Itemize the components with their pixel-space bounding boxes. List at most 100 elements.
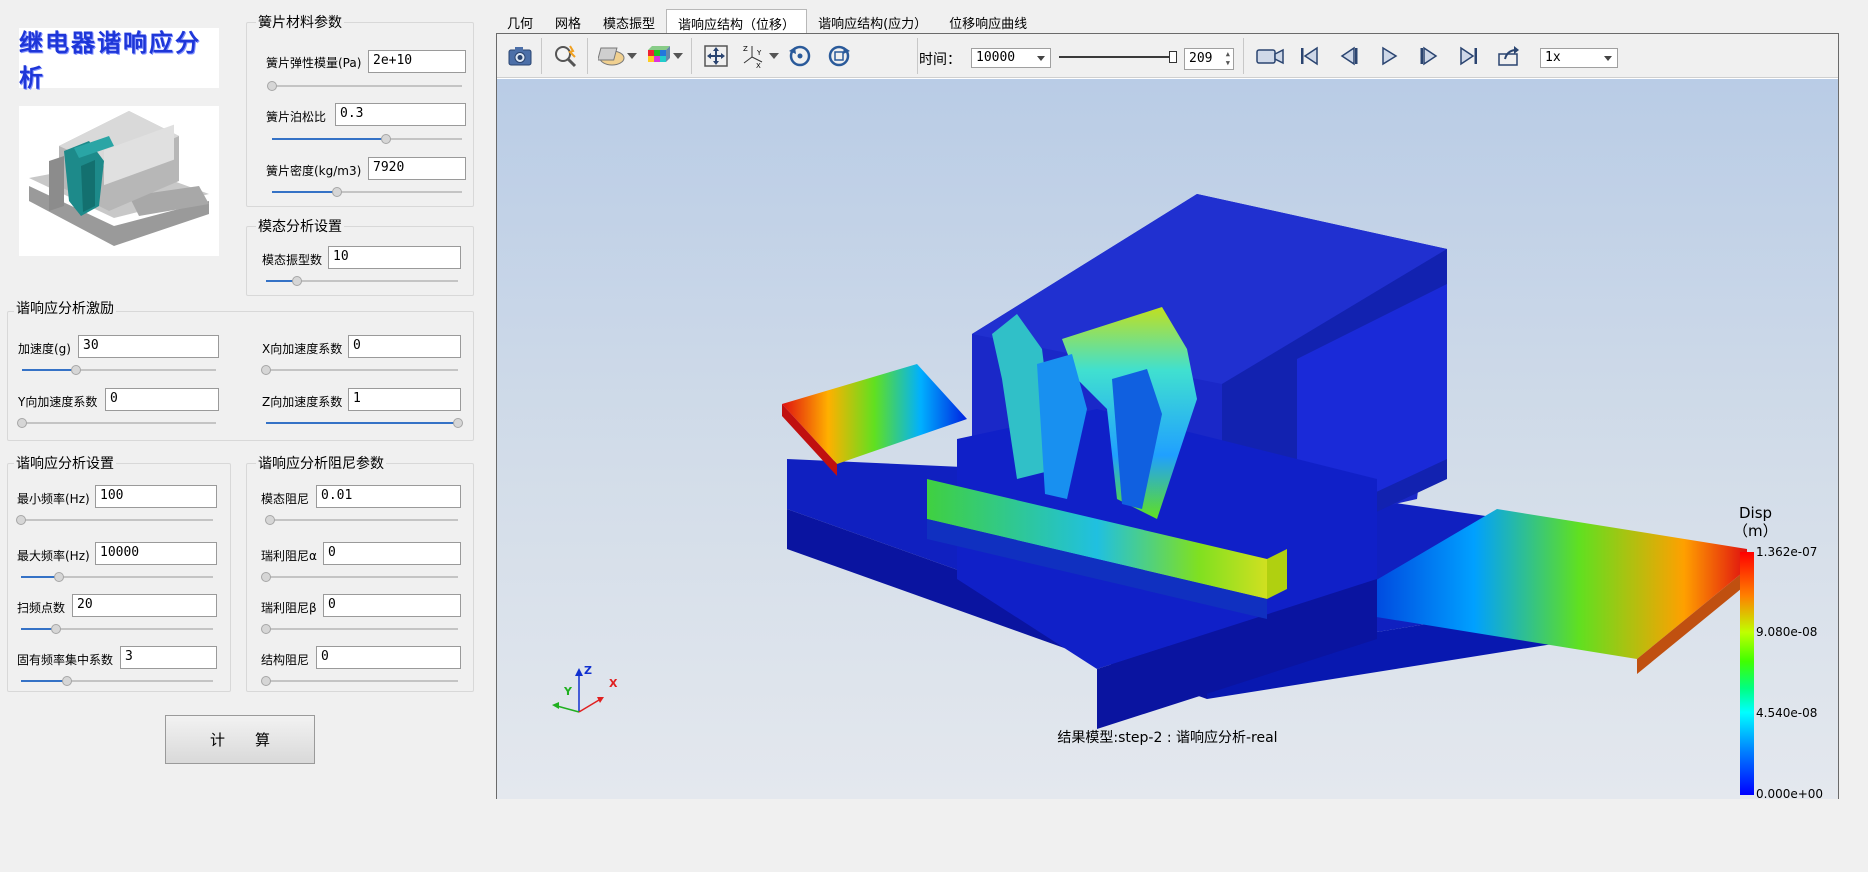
mode-count-input[interactable]: 10	[328, 246, 461, 269]
frame-slider[interactable]	[1059, 51, 1177, 63]
rayleigh-beta-label: 瑞利阻尼β	[261, 601, 317, 615]
rayleigh-alpha-slider[interactable]	[261, 572, 458, 582]
acceleration-slider[interactable]	[22, 365, 216, 375]
tab-displacement-curve[interactable]: 位移响应曲线	[938, 9, 1038, 33]
excitation-group-title: 谐响应分析激励	[14, 298, 116, 318]
density-input[interactable]: 7920	[368, 157, 466, 180]
spin-arrows-icon: ▲ ▼	[1225, 50, 1230, 67]
svg-text:Z: Z	[743, 45, 748, 53]
modal-damping-label: 模态阻尼	[261, 492, 310, 506]
sweep-points-input[interactable]: 20	[72, 594, 217, 617]
min-frequency-input[interactable]: 100	[95, 485, 217, 508]
mode-count-slider[interactable]	[266, 276, 458, 286]
structural-damping-slider[interactable]	[261, 676, 458, 686]
natural-freq-coef-input[interactable]: 3	[120, 646, 217, 669]
poisson-ratio-input[interactable]: 0.3	[335, 103, 466, 126]
chevron-down-icon	[1604, 56, 1612, 61]
mode-count-label: 模态振型数	[262, 253, 323, 267]
natural-freq-coef-label: 固有频率集中系数	[17, 653, 114, 667]
z-accel-coef-slider[interactable]	[266, 418, 463, 428]
tab-geometry[interactable]: 几何	[496, 9, 544, 33]
youngs-modulus-input[interactable]: 2e+10	[368, 50, 466, 73]
natural-freq-coef-slider[interactable]	[21, 676, 213, 686]
legend-mid-high: 9.080e-08	[1756, 625, 1818, 639]
last-frame-icon[interactable]	[1454, 42, 1484, 70]
export-icon[interactable]	[1494, 42, 1524, 70]
modal-damping-slider[interactable]	[264, 515, 458, 525]
camera-icon[interactable]	[505, 42, 535, 70]
tab-harmonic-displacement[interactable]: 谐响应结构（位移）	[666, 9, 808, 33]
app-logo: 继电器谐响应分析	[19, 28, 219, 92]
time-select[interactable]: 10000	[971, 48, 1051, 68]
tab-mode-shape[interactable]: 模态振型	[592, 9, 666, 33]
min-frequency-label: 最小频率(Hz)	[17, 492, 90, 506]
z-accel-coef-input[interactable]: 1	[348, 388, 461, 411]
zoom-icon[interactable]	[551, 42, 581, 70]
calculate-button[interactable]: 计 算	[165, 715, 315, 764]
chevron-down-icon[interactable]	[671, 42, 685, 70]
legend-max: 1.362e-07	[1756, 545, 1818, 559]
z-accel-coef-label: Z向加速度系数	[262, 395, 343, 409]
modal-damping-input[interactable]: 0.01	[316, 485, 461, 508]
axis-z-label: Z	[584, 664, 592, 677]
tab-harmonic-stress[interactable]: 谐响应结构(应力）	[807, 9, 938, 33]
max-frequency-input[interactable]: 10000	[95, 542, 217, 565]
legend-colorbar	[1740, 552, 1754, 795]
y-accel-coef-slider[interactable]	[17, 418, 216, 428]
frame-spinbox-value: 209	[1189, 51, 1213, 66]
play-icon[interactable]	[1374, 42, 1404, 70]
result-viewer: ZYX 时间： 10000 209 ▲ ▼ 1x Z Y X Disp （m） …	[496, 33, 1839, 801]
max-frequency-label: 最大频率(Hz)	[17, 549, 90, 563]
y-accel-coef-input[interactable]: 0	[105, 388, 219, 411]
structural-damping-input[interactable]: 0	[316, 646, 461, 669]
axis-y-label: Y	[564, 685, 572, 698]
acceleration-label: 加速度(g)	[18, 342, 71, 356]
x-accel-coef-slider[interactable]	[261, 365, 458, 375]
fit-view-icon[interactable]	[701, 42, 731, 70]
logo-text: 继电器谐响应分析	[19, 28, 201, 92]
density-label: 簧片密度(kg/m3)	[266, 164, 362, 178]
previous-frame-icon[interactable]	[1334, 42, 1364, 70]
rayleigh-beta-input[interactable]: 0	[323, 594, 461, 617]
poisson-ratio-label: 簧片泊松比	[266, 110, 327, 124]
tab-mesh[interactable]: 网格	[544, 9, 592, 33]
display-mode-icon[interactable]	[643, 42, 673, 70]
rotate-left-icon[interactable]	[785, 42, 815, 70]
youngs-modulus-label: 簧片弹性模量(Pa)	[266, 56, 362, 70]
rayleigh-alpha-input[interactable]: 0	[323, 542, 461, 565]
x-accel-coef-input[interactable]: 0	[348, 335, 461, 358]
section-view-icon[interactable]	[597, 42, 627, 70]
acceleration-input[interactable]: 30	[78, 335, 219, 358]
time-label: 时间：	[919, 52, 961, 68]
rotate-right-icon[interactable]	[824, 42, 854, 70]
sweep-points-slider[interactable]	[21, 624, 213, 634]
legend-unit: （m）	[1733, 522, 1778, 540]
viewer-toolbar: ZYX 时间： 10000 209 ▲ ▼ 1x	[497, 34, 1838, 78]
sweep-points-label: 扫频点数	[17, 601, 66, 615]
poisson-ratio-slider[interactable]	[272, 134, 462, 144]
view-tabs: 几何 网格 模态振型 谐响应结构（位移） 谐响应结构(应力） 位移响应曲线	[496, 9, 1038, 33]
next-frame-icon[interactable]	[1414, 42, 1444, 70]
record-video-icon[interactable]	[1253, 42, 1287, 70]
axis-x-label: X	[609, 677, 618, 690]
min-frequency-slider[interactable]	[16, 515, 213, 525]
max-frequency-slider[interactable]	[21, 572, 213, 582]
harmonic-group-title: 谐响应分析设置	[14, 453, 116, 473]
svg-text:X: X	[756, 62, 761, 69]
youngs-modulus-slider[interactable]	[267, 81, 462, 91]
rayleigh-alpha-label: 瑞利阻尼α	[261, 549, 317, 563]
chevron-down-icon[interactable]	[767, 42, 781, 70]
result-model-caption: 结果模型:step-2 : 谐响应分析-real	[1057, 730, 1278, 746]
time-select-value: 10000	[976, 50, 1016, 65]
chevron-down-icon[interactable]	[625, 42, 639, 70]
first-frame-icon[interactable]	[1294, 42, 1324, 70]
axis-view-icon[interactable]: ZYX	[739, 42, 769, 70]
density-slider[interactable]	[272, 187, 462, 197]
chevron-down-icon	[1037, 56, 1045, 61]
speed-select[interactable]: 1x	[1540, 48, 1618, 68]
3d-scene[interactable]: Z Y X Disp （m） 1.362e-07 9.080e-08 4.540…	[497, 79, 1838, 801]
speed-select-value: 1x	[1545, 50, 1561, 65]
frame-spinbox[interactable]: 209 ▲ ▼	[1184, 48, 1234, 70]
rayleigh-beta-slider[interactable]	[261, 624, 458, 634]
relay-model[interactable]	[497, 79, 1838, 799]
